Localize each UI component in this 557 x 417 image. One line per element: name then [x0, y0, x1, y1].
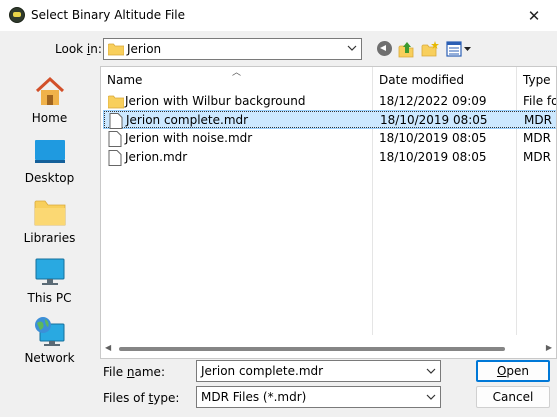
- column-header-type[interactable]: Type: [523, 73, 551, 87]
- file-list[interactable]: ︿ Name Date modified Type Jerion with Wi…: [100, 66, 557, 359]
- desktop-icon: [35, 140, 65, 163]
- list-item[interactable]: Jerion with noise.mdr 18/10/2019 08:05 M…: [103, 129, 556, 148]
- sort-ascending-icon: ︿: [232, 68, 242, 78]
- list-item[interactable]: Jerion.mdr 18/10/2019 08:05 MDR: [103, 148, 556, 167]
- file-name-value: Jerion complete.mdr: [201, 364, 324, 378]
- chevron-down-icon[interactable]: [426, 364, 436, 378]
- list-item[interactable]: Jerion with Wilbur background 18/12/2022…: [103, 92, 557, 111]
- file-name: Jerion.mdr: [125, 150, 188, 164]
- scrollbar-thumb[interactable]: [119, 347, 505, 351]
- new-folder-icon[interactable]: [421, 40, 439, 58]
- scroll-left-icon[interactable]: ◀: [105, 343, 111, 352]
- folder-icon: [108, 43, 124, 56]
- open-button[interactable]: Open: [476, 360, 550, 382]
- app-icon: [9, 7, 25, 23]
- close-button[interactable]: ✕: [511, 0, 557, 31]
- up-folder-icon[interactable]: [398, 40, 416, 58]
- scroll-right-icon[interactable]: ▶: [546, 343, 552, 352]
- chevron-down-icon: [426, 394, 436, 400]
- file-icon: [108, 150, 122, 166]
- file-date: 18/12/2022 09:09: [379, 94, 487, 108]
- file-type-dropdown[interactable]: MDR Files (*.mdr): [196, 386, 441, 408]
- place-label: Network: [24, 351, 75, 365]
- cancel-button[interactable]: Cancel: [476, 386, 550, 408]
- horizontal-scrollbar[interactable]: ◀ ▶: [101, 340, 556, 358]
- this-pc-icon: [35, 258, 65, 285]
- file-name: Jerion with Wilbur background: [125, 94, 306, 108]
- file-name-label: File name:: [103, 365, 165, 379]
- file-list-header: ︿ Name Date modified Type: [101, 67, 556, 91]
- chevron-down-icon: [347, 45, 357, 51]
- file-date: 18/10/2019 08:05: [380, 113, 488, 127]
- file-icon: [108, 131, 122, 147]
- place-libraries[interactable]: Libraries: [3, 191, 96, 251]
- file-type: File fo: [523, 94, 557, 108]
- back-icon[interactable]: [376, 40, 394, 58]
- place-network[interactable]: Network: [3, 311, 96, 371]
- view-menu-icon[interactable]: [446, 40, 472, 58]
- file-type-value: MDR Files (*.mdr): [201, 390, 307, 404]
- place-label: Home: [31, 111, 68, 125]
- file-name: Jerion with noise.mdr: [125, 131, 253, 145]
- look-in-label: Look in:: [55, 42, 102, 56]
- place-this-pc[interactable]: This PC: [3, 251, 96, 311]
- column-header-name[interactable]: Name: [107, 73, 142, 87]
- list-item-selected[interactable]: Jerion complete.mdr 18/10/2019 08:05 MDR: [103, 110, 556, 129]
- folder-icon: [108, 95, 124, 109]
- look-in-value: Jerion: [127, 42, 162, 56]
- file-type: MDR: [524, 113, 552, 127]
- title-bar: Select Binary Altitude File ✕: [0, 0, 557, 31]
- file-name: Jerion complete.mdr: [126, 113, 249, 127]
- file-type: MDR: [523, 131, 551, 145]
- home-icon: [35, 76, 65, 105]
- look-in-dropdown[interactable]: Jerion: [103, 38, 362, 60]
- column-header-date[interactable]: Date modified: [379, 73, 464, 87]
- place-label: Libraries: [23, 231, 76, 245]
- file-icon: [109, 113, 123, 129]
- file-type: MDR: [523, 150, 551, 164]
- file-date: 18/10/2019 08:05: [379, 150, 487, 164]
- place-label: This PC: [27, 291, 72, 305]
- place-desktop[interactable]: Desktop: [3, 131, 96, 191]
- file-date: 18/10/2019 08:05: [379, 131, 487, 145]
- network-icon: [35, 317, 65, 346]
- place-home[interactable]: Home: [3, 71, 96, 131]
- file-name-field[interactable]: Jerion complete.mdr: [196, 360, 441, 382]
- file-type-label: Files of type:: [103, 391, 180, 405]
- places-bar: Home Desktop Libraries This PC Network: [3, 66, 96, 366]
- libraries-icon: [34, 200, 66, 226]
- place-label: Desktop: [24, 171, 75, 185]
- window-title: Select Binary Altitude File: [31, 8, 185, 22]
